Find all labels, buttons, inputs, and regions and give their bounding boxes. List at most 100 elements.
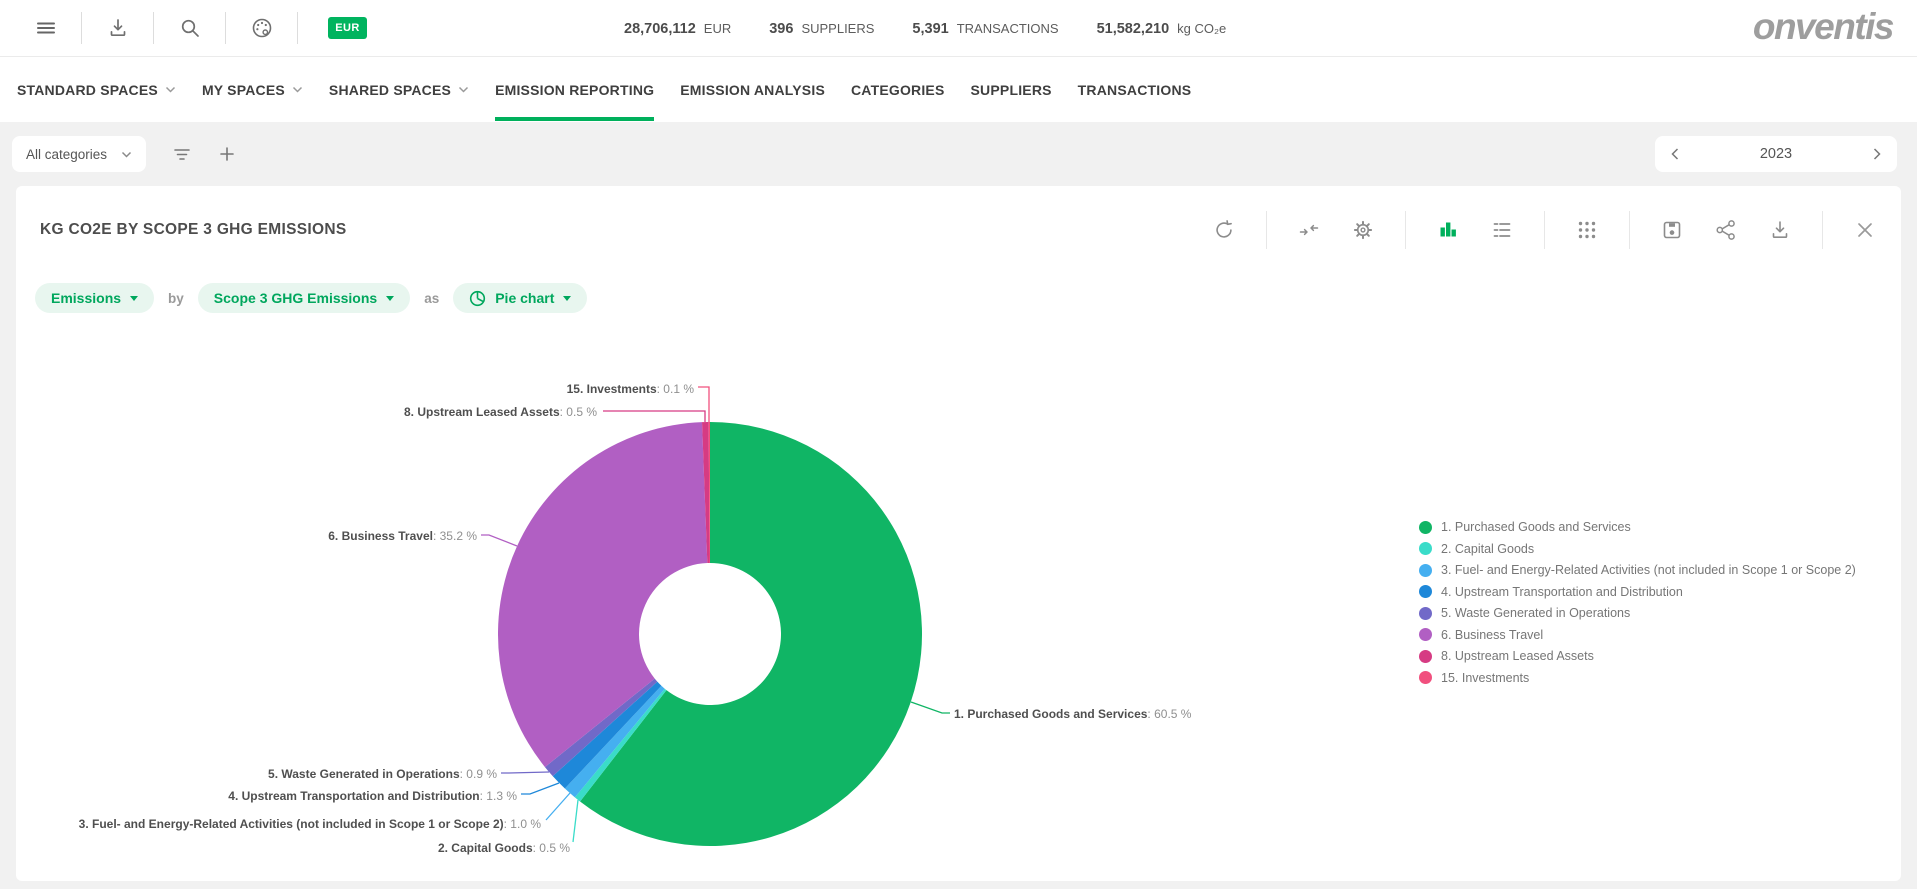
legend-label: 5. Waste Generated in Operations — [1441, 606, 1630, 620]
legend-item[interactable]: 1. Purchased Goods and Services — [1419, 520, 1856, 534]
chart-view-button[interactable] — [1436, 218, 1460, 242]
divider — [1629, 211, 1630, 249]
legend-color-dot — [1419, 628, 1432, 641]
year-label: 2023 — [1760, 146, 1792, 162]
collapse-button[interactable] — [1297, 218, 1321, 242]
legend-color-dot — [1419, 521, 1432, 534]
legend-item[interactable]: 6. Business Travel — [1419, 628, 1856, 642]
widget-toolbar — [1212, 211, 1877, 249]
stat-spend: 28,706,112 EUR — [624, 21, 731, 37]
legend-label: 4. Upstream Transportation and Distribut… — [1441, 585, 1683, 599]
tab-my-spaces[interactable]: MY SPACES — [202, 57, 303, 122]
share-button[interactable] — [1714, 218, 1738, 242]
filter-bar: All categories 2023 — [0, 122, 1917, 186]
chevron-down-icon — [130, 296, 138, 301]
measure-dropdown[interactable]: Emissions — [35, 283, 154, 313]
legend-item[interactable]: 15. Investments — [1419, 671, 1856, 685]
list-icon — [1490, 218, 1514, 242]
save-button[interactable] — [1660, 218, 1684, 242]
search-icon — [178, 16, 202, 40]
topbar: EUR 28,706,112 EUR 396 SUPPLIERS 5,391 T… — [0, 0, 1917, 57]
chevron-down-icon — [165, 86, 176, 93]
tab-standard-spaces[interactable]: STANDARD SPACES — [17, 57, 176, 122]
legend-color-dot — [1419, 585, 1432, 598]
collapse-arrows-icon — [1297, 218, 1321, 242]
topbar-icon-group — [0, 0, 298, 56]
legend-color-dot — [1419, 564, 1432, 577]
plus-icon — [218, 145, 236, 163]
dimension-dropdown[interactable]: Scope 3 GHG Emissions — [198, 283, 410, 313]
tab-emission-reporting[interactable]: EMISSION REPORTING — [495, 57, 654, 122]
year-selector: 2023 — [1655, 136, 1897, 172]
legend-color-dot — [1419, 650, 1432, 663]
legend-item[interactable]: 2. Capital Goods — [1419, 542, 1856, 556]
divider — [1405, 211, 1406, 249]
theme-palette-button[interactable] — [226, 0, 297, 56]
legend-item[interactable]: 4. Upstream Transportation and Distribut… — [1419, 585, 1856, 599]
chevron-down-icon — [563, 296, 571, 301]
legend-item[interactable]: 5. Waste Generated in Operations — [1419, 606, 1856, 620]
divider — [1266, 211, 1267, 249]
close-icon — [1853, 218, 1877, 242]
prev-year-button[interactable] — [1671, 148, 1679, 160]
legend-item[interactable]: 3. Fuel- and Energy-Related Activities (… — [1419, 563, 1856, 577]
legend-color-dot — [1419, 671, 1432, 684]
list-view-button[interactable] — [1490, 218, 1514, 242]
legend-label: 15. Investments — [1441, 671, 1529, 685]
chevron-down-icon — [386, 296, 394, 301]
filter-button[interactable] — [172, 144, 192, 164]
tab-transactions[interactable]: TRANSACTIONS — [1078, 57, 1192, 122]
legend-label: 1. Purchased Goods and Services — [1441, 520, 1631, 534]
stat-suppliers: 396 SUPPLIERS — [769, 21, 874, 37]
tab-suppliers[interactable]: SUPPLIERS — [971, 57, 1052, 122]
tab-shared-spaces[interactable]: SHARED SPACES — [329, 57, 469, 122]
download-icon — [106, 16, 130, 40]
palette-icon — [250, 16, 274, 40]
legend-label: 6. Business Travel — [1441, 628, 1543, 642]
onventis-logo: onventis — [1753, 6, 1893, 48]
download-widget-button[interactable] — [1768, 218, 1792, 242]
next-year-button[interactable] — [1873, 148, 1881, 160]
menu-icon — [34, 16, 58, 40]
add-widget-button[interactable] — [218, 145, 236, 163]
chevron-down-icon — [458, 86, 469, 93]
divider — [1544, 211, 1545, 249]
save-icon — [1660, 218, 1684, 242]
share-icon — [1714, 218, 1738, 242]
download-button[interactable] — [82, 0, 153, 56]
connector-by: by — [168, 291, 184, 306]
filter-icon — [172, 144, 192, 164]
category-dropdown[interactable]: All categories — [12, 136, 146, 172]
pie-chart-icon — [469, 290, 486, 307]
menu-button[interactable] — [10, 0, 81, 56]
settings-button[interactable] — [1351, 218, 1375, 242]
chevron-left-icon — [1671, 148, 1679, 160]
currency-badge[interactable]: EUR — [328, 17, 367, 39]
refresh-button[interactable] — [1212, 218, 1236, 242]
chart-type-dropdown[interactable]: Pie chart — [453, 283, 587, 313]
stats-bar: 28,706,112 EUR 396 SUPPLIERS 5,391 TRANS… — [624, 0, 1226, 57]
legend-label: 8. Upstream Leased Assets — [1441, 649, 1594, 663]
widget-header: KG CO2E BY SCOPE 3 GHG EMISSIONS — [16, 186, 1901, 274]
active-tab-underline — [495, 117, 654, 121]
search-button[interactable] — [154, 0, 225, 56]
close-widget-button[interactable] — [1853, 218, 1877, 242]
refresh-icon — [1212, 218, 1236, 242]
stat-transactions: 5,391 TRANSACTIONS — [912, 21, 1058, 37]
legend-item[interactable]: 8. Upstream Leased Assets — [1419, 649, 1856, 663]
legend-color-dot — [1419, 607, 1432, 620]
chevron-down-icon — [292, 86, 303, 93]
gear-icon — [1351, 218, 1375, 242]
connector-as: as — [424, 291, 439, 306]
grid-view-button[interactable] — [1575, 218, 1599, 242]
query-builder: Emissions by Scope 3 GHG Emissions as Pi… — [16, 283, 1901, 313]
download-icon — [1768, 218, 1792, 242]
legend-color-dot — [1419, 542, 1432, 555]
widget-title: KG CO2E BY SCOPE 3 GHG EMISSIONS — [40, 221, 346, 239]
tab-emission-analysis[interactable]: EMISSION ANALYSIS — [680, 57, 825, 122]
tab-categories[interactable]: CATEGORIES — [851, 57, 945, 122]
bar-chart-icon — [1436, 218, 1460, 242]
grid-dots-icon — [1575, 218, 1599, 242]
divider — [1822, 211, 1823, 249]
chevron-down-icon — [121, 151, 132, 158]
